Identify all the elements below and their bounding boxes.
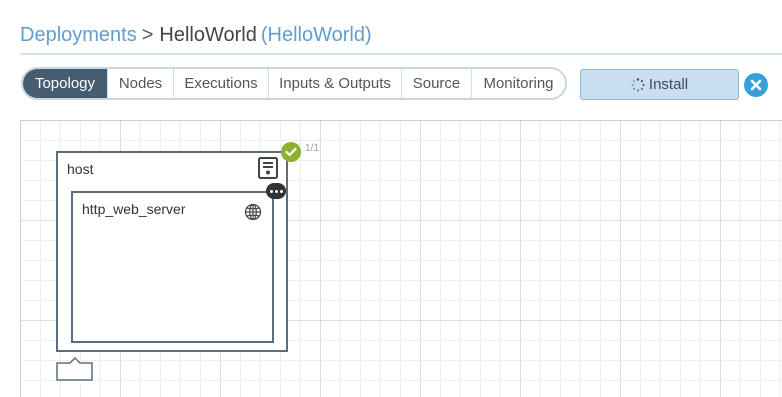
deployment-tabs: Topology Nodes Executions Inputs & Outpu…: [21, 67, 567, 100]
install-label: Install: [648, 76, 689, 93]
header-divider: [20, 53, 782, 55]
breadcrumb: Deployments > HelloWorld (HelloWorld): [20, 22, 372, 50]
close-button[interactable]: [744, 73, 768, 97]
status-success-icon: [281, 142, 301, 162]
http-web-server-label: http_web_server: [82, 201, 186, 217]
close-icon: [750, 79, 762, 91]
tab-nodes[interactable]: Nodes: [107, 69, 173, 98]
more-options-icon[interactable]: [266, 183, 286, 199]
http-web-server-node[interactable]: http_web_server: [71, 191, 274, 343]
host-node[interactable]: host http_web_server: [56, 151, 288, 352]
tab-source[interactable]: Source: [401, 69, 471, 98]
tab-monitoring[interactable]: Monitoring: [471, 69, 565, 98]
host-node-label: host: [67, 161, 94, 177]
breadcrumb-separator: >: [141, 24, 154, 46]
topology-canvas[interactable]: host http_web_server 1/1: [20, 120, 782, 397]
tab-executions[interactable]: Executions: [173, 69, 268, 98]
page-title: HelloWorld: [159, 24, 257, 46]
page-subtitle: (HelloWorld): [260, 24, 372, 46]
tab-inputs-outputs[interactable]: Inputs & Outputs: [268, 69, 401, 98]
tab-topology[interactable]: Topology: [23, 69, 107, 98]
globe-icon: [244, 203, 262, 226]
node-tab-handle[interactable]: [56, 357, 94, 382]
breadcrumb-deployments-link[interactable]: Deployments: [20, 24, 137, 46]
server-icon: [258, 157, 278, 184]
instance-count: 1/1: [305, 143, 319, 154]
install-button[interactable]: Install: [580, 69, 739, 100]
spinner-icon: [631, 77, 645, 92]
